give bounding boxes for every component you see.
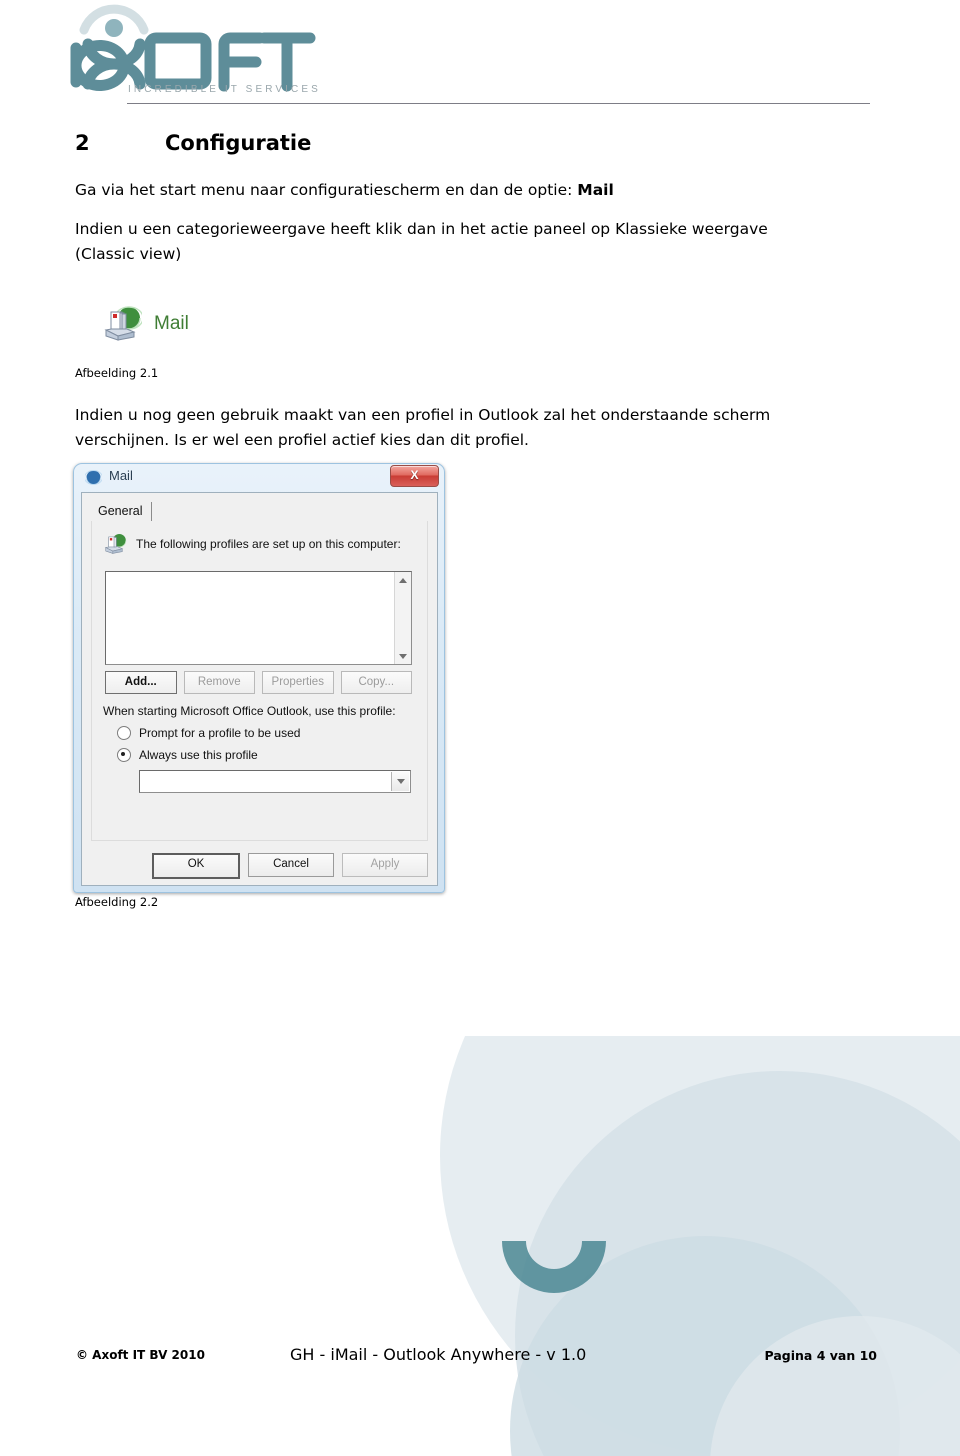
paragraph-1: Ga via het start menu naar configuraties… xyxy=(75,178,815,203)
add-profile-button[interactable]: Add... xyxy=(105,671,177,694)
footer-page-number: Pagina 4 van 10 xyxy=(764,1348,877,1363)
page-footer: © Axoft IT BV 2010 GH - iMail - Outlook … xyxy=(0,1336,960,1456)
scroll-up-icon[interactable] xyxy=(395,573,411,587)
mail-profiles-icon xyxy=(104,533,127,554)
logo-tagline: INCREDIBLE IT SERVICES xyxy=(128,84,321,95)
profile-properties-button[interactable]: Properties xyxy=(262,671,334,694)
profiles-label: The following profiles are set up on thi… xyxy=(136,537,401,551)
copy-profile-button[interactable]: Copy... xyxy=(340,671,412,694)
radio-prompt-for-profile[interactable]: Prompt for a profile to be used xyxy=(117,726,300,740)
profile-select[interactable] xyxy=(139,770,411,793)
ok-button[interactable]: OK xyxy=(152,853,240,879)
dialog-button-row: OK Cancel Apply xyxy=(91,853,428,879)
apply-button[interactable]: Apply xyxy=(342,853,428,877)
mail-control-panel-icon xyxy=(104,306,142,341)
globe-icon xyxy=(85,470,102,485)
paragraph-2: Indien u een categorieweergave heeft kli… xyxy=(75,220,768,263)
paragraph-1-text: Ga via het start menu naar configuraties… xyxy=(75,181,578,199)
figure-caption-2: Afbeelding 2.2 xyxy=(75,895,159,909)
radio-icon-checked[interactable] xyxy=(117,748,131,762)
startup-profile-label: When starting Microsoft Office Outlook, … xyxy=(103,704,396,718)
dialog-title: Mail xyxy=(109,468,133,483)
section-title: Configuratie xyxy=(165,131,312,155)
tab-general[interactable]: General xyxy=(91,502,153,521)
close-icon[interactable]: X xyxy=(390,465,439,487)
radio-always-label: Always use this profile xyxy=(139,748,258,762)
figure-caption-1: Afbeelding 2.1 xyxy=(75,366,159,380)
section-number: 2 xyxy=(75,131,90,155)
dialog-titlebar: Mail X xyxy=(73,463,445,492)
profiles-header: The following profiles are set up on thi… xyxy=(101,531,417,557)
mail-dialog-screenshot: Mail X General The following profiles ar… xyxy=(73,463,445,893)
profile-action-buttons: Add... Remove Properties Copy... xyxy=(105,671,412,694)
paragraph-1-emphasis: Mail xyxy=(577,181,614,199)
tab-strip: General xyxy=(91,502,428,523)
footer-copyright: © Axoft IT BV 2010 xyxy=(76,1348,205,1362)
chevron-down-icon[interactable] xyxy=(391,772,409,791)
footer-document-title: GH - iMail - Outlook Anywhere - v 1.0 xyxy=(290,1345,587,1364)
radio-icon-unchecked[interactable] xyxy=(117,726,131,740)
radio-prompt-label: Prompt for a profile to be used xyxy=(139,726,301,740)
remove-profile-button[interactable]: Remove xyxy=(183,671,255,694)
listbox-scrollbar[interactable] xyxy=(394,572,411,664)
header-divider xyxy=(127,103,870,104)
page-title: 2 Configuratie xyxy=(75,131,311,155)
cancel-button[interactable]: Cancel xyxy=(248,853,334,877)
paragraph-3: Indien u nog geen gebruik maakt van een … xyxy=(75,406,771,449)
profiles-listbox[interactable] xyxy=(105,571,412,665)
scroll-down-icon[interactable] xyxy=(395,649,411,663)
page-header: INCREDIBLE IT SERVICES xyxy=(0,0,960,112)
control-panel-mail-item: Mail xyxy=(98,300,189,348)
dialog-body: General The following profiles are set u… xyxy=(81,492,438,886)
control-panel-mail-label: Mail xyxy=(154,313,189,334)
radio-always-use-profile[interactable]: Always use this profile xyxy=(117,748,258,762)
tab-panel-general: The following profiles are set up on thi… xyxy=(91,521,428,841)
